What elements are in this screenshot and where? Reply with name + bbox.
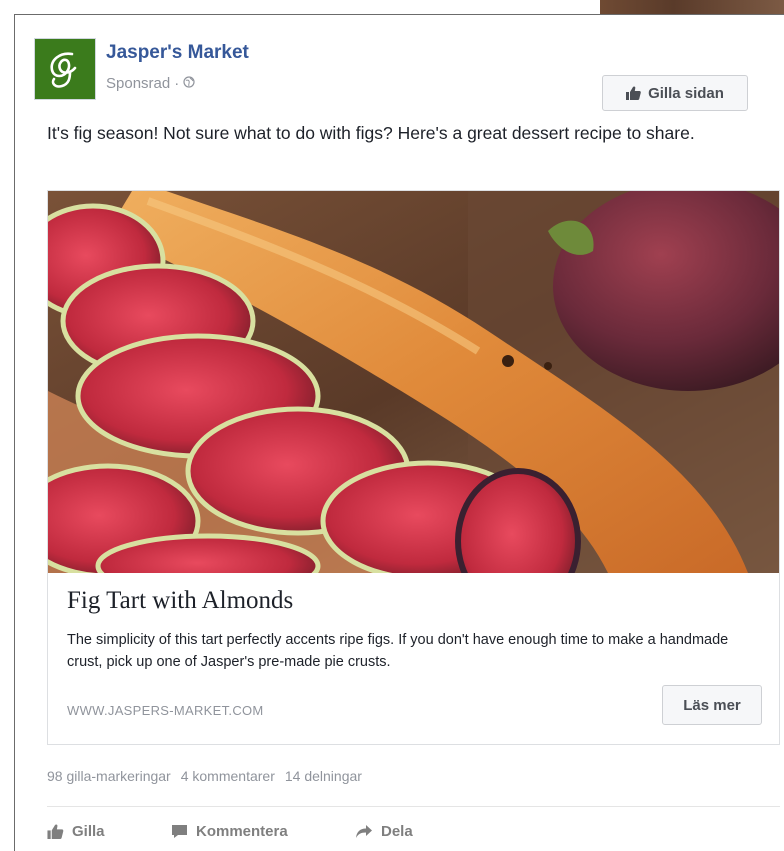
previous-post-image-edge	[600, 0, 784, 14]
share-label: Dela	[381, 822, 413, 840]
engagement-stats: 98 gilla-markeringar 4 kommentarer 14 de…	[47, 768, 362, 784]
share-button[interactable]: Dela	[355, 818, 455, 844]
link-description: The simplicity of this tart perfectly ac…	[67, 632, 729, 670]
share-arrow-icon	[356, 824, 372, 838]
comment-label: Kommentera	[196, 822, 288, 840]
thumbs-up-icon	[47, 824, 64, 839]
link-preview-card[interactable]: Fig Tart with Almonds The simplicity of …	[47, 190, 780, 745]
post-message: It's fig season! Not sure what to do wit…	[47, 123, 695, 143]
thumbs-up-icon	[626, 86, 641, 100]
comment-button[interactable]: Kommentera	[171, 818, 355, 844]
page-name-link[interactable]: Jasper's Market	[106, 42, 249, 64]
likes-count[interactable]: 98 gilla-markeringar	[47, 768, 171, 784]
fig-tart-image[interactable]	[48, 191, 779, 573]
like-button[interactable]: Gilla	[47, 818, 171, 844]
jaspers-market-logo-icon	[50, 52, 77, 88]
like-page-button[interactable]: Gilla sidan	[602, 75, 748, 111]
shares-count[interactable]: 14 delningar	[285, 768, 362, 784]
link-title[interactable]: Fig Tart with Almonds	[67, 587, 293, 615]
link-domain: WWW.JASPERS-MARKET.COM	[67, 703, 264, 718]
action-divider	[47, 806, 780, 807]
sponsored-line: Sponsrad ·	[106, 75, 195, 92]
post-header: Jasper's Market Sponsrad · Gilla sidan	[34, 36, 784, 111]
speech-bubble-icon	[172, 824, 187, 838]
read-more-button[interactable]: Läs mer	[662, 685, 762, 725]
like-page-label: Gilla sidan	[648, 84, 724, 102]
globe-icon[interactable]	[183, 75, 195, 92]
post-actions: Gilla Kommentera Dela	[47, 818, 455, 844]
comments-count[interactable]: 4 kommentarer	[181, 768, 275, 784]
sponsored-label[interactable]: Sponsrad	[106, 75, 170, 92]
separator-dot: ·	[174, 75, 180, 92]
like-label: Gilla	[72, 822, 105, 840]
page-avatar[interactable]	[34, 38, 96, 100]
